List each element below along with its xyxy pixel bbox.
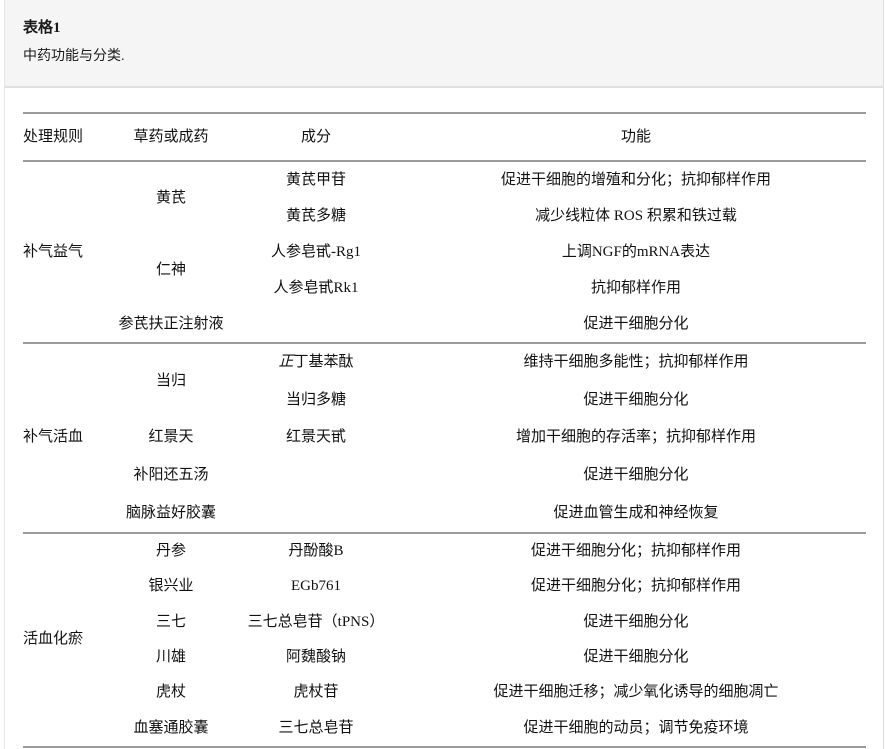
table: 处理规则 草药或成药 成分 功能 补气益气 黄芪 仁神 参芪扶正注射液 黄芪甲苷… <box>23 112 866 748</box>
function-cell: 促进干细胞分化；抗抑郁样作用 <box>406 534 866 569</box>
herb-cell: 黄芪 <box>116 162 226 234</box>
function-cell: 上调NGF的mRNA表达 <box>406 234 866 270</box>
function-cell: 维持干细胞多能性；抗抑郁样作用 <box>406 344 866 382</box>
table-header-row: 处理规则 草药或成药 成分 功能 <box>23 114 866 160</box>
column-header-component: 成分 <box>226 114 406 160</box>
paper-table-panel: 表格1 中药功能与分类. 处理规则 草药或成药 成分 功能 补气益气 黄芪 仁神… <box>4 0 884 749</box>
column-header-herb: 草药或成药 <box>116 114 226 160</box>
function-cell: 促进干细胞的动员；调节免疫环境 <box>406 710 866 745</box>
function-cell: 促进干细胞分化 <box>406 457 866 495</box>
component-cell: 当归多糖 <box>226 382 406 420</box>
herb-cell: 补阳还五汤 <box>116 457 226 495</box>
component-italic-prefix: 正 <box>278 355 293 370</box>
component-cell: 阿魏酸钠 <box>226 640 406 675</box>
table-bottom-rule <box>23 746 866 748</box>
column-header-function: 功能 <box>406 114 866 160</box>
herb-cell: 银兴业 <box>116 569 226 604</box>
table-title: 表格1 <box>23 18 883 38</box>
function-cell: 增加干细胞的存活率；抗抑郁样作用 <box>406 419 866 457</box>
function-cell: 促进干细胞分化 <box>406 306 866 342</box>
function-cell: 促进干细胞分化 <box>406 605 866 640</box>
herb-cell: 红景天 <box>116 419 226 457</box>
function-cell: 促进血管生成和神经恢复 <box>406 494 866 532</box>
table-header-band: 表格1 中药功能与分类. <box>5 0 883 88</box>
rule-group-label: 活血化瘀 <box>23 534 116 746</box>
component-cell: 红景天甙 <box>226 419 406 457</box>
herb-cell: 丹参 <box>116 534 226 569</box>
function-cell: 促进干细胞分化 <box>406 382 866 420</box>
component-cell: 虎杖苷 <box>226 675 406 710</box>
component-cell: 黄芪甲苷 <box>226 162 406 198</box>
herb-cell: 川雄 <box>116 640 226 675</box>
herb-cell: 当归 <box>116 344 226 419</box>
component-cell: 人参皂甙-Rg1 <box>226 234 406 270</box>
herb-cell: 脑脉益好胶囊 <box>116 494 226 532</box>
table-group-huoxue-huayu: 活血化瘀 丹参 银兴业 三七 川雄 虎杖 血塞通胶囊 丹酚酸B EGb761 三… <box>23 534 866 746</box>
herb-cell: 三七 <box>116 605 226 640</box>
component-cell: 黄芪多糖 <box>226 198 406 234</box>
component-cell: 丹酚酸B <box>226 534 406 569</box>
herb-cell: 虎杖 <box>116 675 226 710</box>
rule-group-label: 补气益气 <box>23 162 116 342</box>
function-cell: 促进干细胞分化 <box>406 640 866 675</box>
function-cell: 促进干细胞分化；抗抑郁样作用 <box>406 569 866 604</box>
function-cell: 促进干细胞的增殖和分化；抗抑郁样作用 <box>406 162 866 198</box>
herb-cell: 仁神 <box>116 234 226 306</box>
component-text: 丁基苯酞 <box>294 355 354 370</box>
component-cell: 三七总皂苷 <box>226 710 406 745</box>
column-header-rule: 处理规则 <box>23 114 116 160</box>
herb-cell: 血塞通胶囊 <box>116 710 226 745</box>
rule-group-label: 补气活血 <box>23 344 116 532</box>
component-cell: 三七总皂苷（tPNS） <box>226 605 406 640</box>
table-group-buqi-yiqi: 补气益气 黄芪 仁神 参芪扶正注射液 黄芪甲苷 黄芪多糖 人参皂甙-Rg1 人参… <box>23 162 866 342</box>
function-cell: 抗抑郁样作用 <box>406 270 866 306</box>
table-caption: 中药功能与分类. <box>23 48 883 66</box>
function-cell: 促进干细胞迁移；减少氧化诱导的细胞凋亡 <box>406 675 866 710</box>
component-cell: 正丁基苯酞 <box>226 344 406 382</box>
table-group-buqi-huoxue: 补气活血 当归 红景天 补阳还五汤 脑脉益好胶囊 正丁基苯酞 当归多糖 红景天甙… <box>23 344 866 532</box>
component-cell: EGb761 <box>226 569 406 604</box>
function-cell: 减少线粒体 ROS 积累和铁过载 <box>406 198 866 234</box>
component-cell: 人参皂甙Rk1 <box>226 270 406 306</box>
herb-cell: 参芪扶正注射液 <box>116 306 226 342</box>
